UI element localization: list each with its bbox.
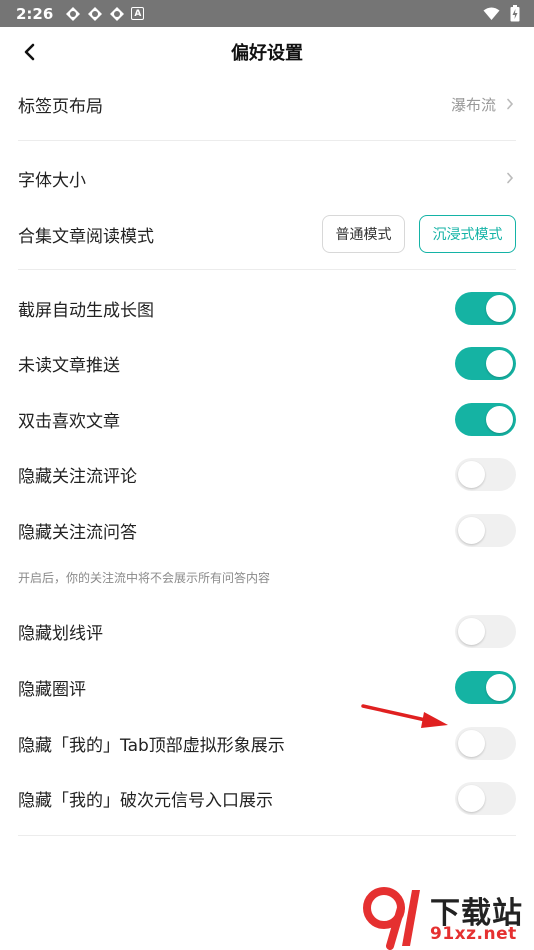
toggle-label: 隐藏「我的」破次元信号入口展示 [18,790,273,811]
status-notification-icons: A [65,6,145,22]
status-time: 2:26 [16,4,54,23]
navigation-bar: 偏好设置 [0,27,534,77]
notification-app-icon [110,6,125,21]
battery-charging-icon [510,5,520,22]
toggle-row-hide-feed-qa: 隐藏关注流问答 [18,508,516,552]
toggle-label: 隐藏划线评 [18,623,103,644]
toggle-label: 隐藏关注流问答 [18,522,137,543]
toggle-row-hide-feed-comments: 隐藏关注流评论 [18,452,516,496]
hide-avatar-display-toggle[interactable] [455,726,516,760]
hide-dimension-entry-toggle[interactable] [455,781,516,815]
normal-mode-button[interactable]: 普通模式 [322,215,405,253]
long-screenshot-toggle[interactable] [455,291,516,325]
reading-mode-selector: 普通模式 沉浸式模式 [322,215,516,253]
toggle-knob [486,349,513,377]
toggle-knob [458,729,485,757]
reading-mode-label: 合集文章阅读模式 [18,226,154,247]
divider [18,835,516,836]
toggle-knob [458,460,485,488]
watermark-url: 91xz.net [430,924,517,944]
toggle-label: 隐藏「我的」Tab顶部虚拟形象展示 [18,735,285,756]
chevron-right-icon [506,171,516,185]
layout-setting-label: 标签页布局 [18,96,103,117]
annotation-arrow-icon [361,704,448,728]
toggle-knob [458,516,485,544]
toggle-label: 隐藏圈评 [18,679,86,700]
divider [18,269,516,270]
hide-feed-qa-toggle[interactable] [455,513,516,547]
toggle-label: 未读文章推送 [18,355,120,376]
hide-circle-comments-toggle[interactable] [455,670,516,704]
wifi-icon [483,7,500,20]
toggle-knob [486,673,513,701]
notification-app-icon [88,6,103,21]
toggle-label: 截屏自动生成长图 [18,300,154,321]
toggle-knob [486,405,513,433]
status-system-icons [483,5,520,22]
reading-mode-row: 合集文章阅读模式 普通模式 沉浸式模式 [18,212,516,256]
back-button[interactable] [12,35,46,69]
toggle-knob [458,784,485,812]
toggle-knob [458,617,485,645]
hide-qa-hint: 开启后，你的关注流中将不会展示所有问答内容 [18,571,271,585]
toggle-knob [486,294,513,322]
divider [18,140,516,141]
layout-setting-value: 瀑布流 [450,95,496,114]
watermark-logo-icon [363,887,420,950]
hide-feed-comments-toggle[interactable] [455,457,516,491]
notification-a-icon: A [131,7,145,20]
toggle-row-long-screenshot: 截屏自动生成长图 [18,286,516,330]
layout-setting-row[interactable]: 标签页布局 瀑布流 [18,82,516,126]
chevron-right-icon [506,97,516,111]
double-tap-like-toggle[interactable] [455,402,516,436]
toggle-row-hide-dimension-entry: 隐藏「我的」破次元信号入口展示 [18,776,516,820]
toggle-label: 隐藏关注流评论 [18,466,137,487]
font-size-setting-label: 字体大小 [18,170,86,191]
hide-underline-comments-toggle[interactable] [455,614,516,648]
unread-push-toggle[interactable] [455,346,516,380]
toggle-row-unread-push: 未读文章推送 [18,341,516,385]
watermark: 下载站 91xz.net [360,884,534,950]
immersive-mode-button[interactable]: 沉浸式模式 [419,215,516,253]
toggle-row-hide-underline-comments: 隐藏划线评 [18,609,516,653]
font-size-setting-row[interactable]: 字体大小 [18,156,516,200]
toggle-row-double-tap-like: 双击喜欢文章 [18,397,516,441]
page-title: 偏好设置 [231,43,303,64]
status-bar: 2:26 A [0,0,534,27]
toggle-label: 双击喜欢文章 [18,411,120,432]
chevron-left-icon [24,43,35,61]
notification-app-icon [66,6,81,21]
